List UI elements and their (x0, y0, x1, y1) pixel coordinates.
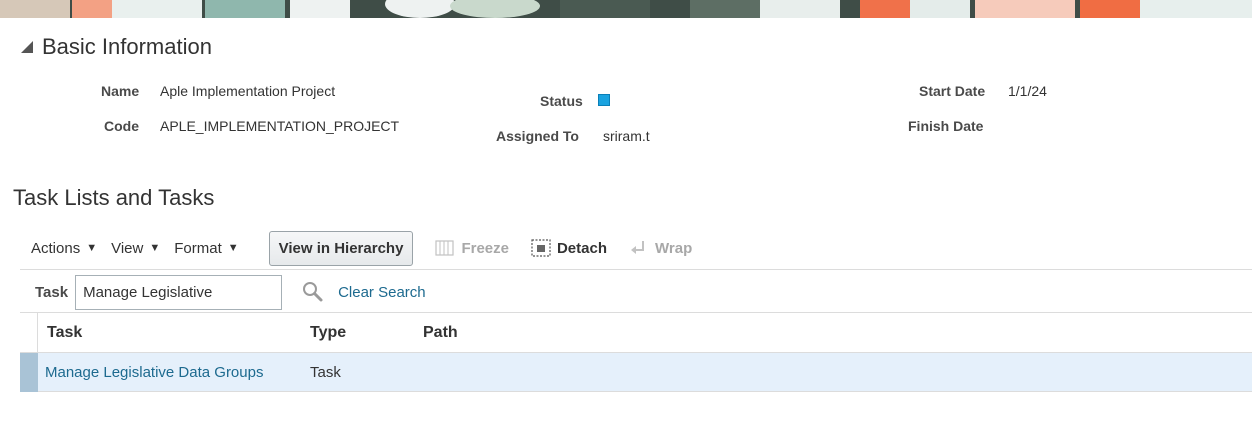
column-header-path[interactable]: Path (423, 324, 458, 342)
task-filter-row: Task Clear Search (20, 272, 426, 312)
basic-info-title: Basic Information (42, 34, 212, 59)
detach-label: Detach (556, 239, 607, 257)
caret-down-icon: ▼ (86, 242, 98, 254)
task-table: Task Type Path Manage Legislative Data G… (20, 312, 1252, 392)
search-icon[interactable] (302, 281, 324, 303)
task-search-input[interactable] (75, 274, 283, 310)
view-menu-label: View (111, 239, 144, 257)
caret-down-icon: ▼ (149, 242, 161, 254)
wrap-icon (631, 241, 644, 254)
column-header-type[interactable]: Type (310, 324, 346, 342)
name-value: Aple Implementation Project (160, 83, 336, 99)
caret-down-icon: ▼ (227, 242, 239, 254)
clear-search-link[interactable]: Clear Search (338, 284, 426, 301)
freeze-icon (435, 240, 455, 256)
assigned-to-value: sriram.t (603, 128, 650, 144)
header-banner (0, 0, 1252, 18)
start-date-label: Start Date (919, 83, 986, 99)
detach-icon (531, 239, 551, 257)
collapse-triangle-icon[interactable] (20, 40, 34, 54)
freeze-button[interactable]: Freeze (435, 239, 509, 257)
actions-menu[interactable]: Actions ▼ (31, 240, 97, 257)
task-type-cell: Task (310, 364, 341, 381)
table-toolbar: Actions ▼ View ▼ Format ▼ View in Hierar… (20, 230, 692, 266)
format-menu[interactable]: Format ▼ (174, 240, 238, 257)
freeze-label: Freeze (461, 239, 509, 257)
name-label: Name (101, 83, 140, 99)
actions-menu-label: Actions (31, 239, 81, 257)
basic-info-header[interactable]: Basic Information (20, 34, 212, 60)
row-selector[interactable] (20, 352, 38, 392)
code-value: APLE_IMPLEMENTATION_PROJECT (160, 118, 400, 134)
task-lists-title: Task Lists and Tasks (13, 185, 215, 210)
format-menu-label: Format (174, 239, 222, 257)
finish-date-label: Finish Date (908, 118, 984, 134)
status-indicator (598, 94, 610, 106)
table-row[interactable]: Manage Legislative Data Groups Task (20, 352, 1252, 392)
wrap-label: Wrap (655, 239, 693, 257)
assigned-to-label: Assigned To (496, 128, 579, 144)
start-date-value: 1/1/24 (1008, 83, 1047, 99)
code-label: Code (104, 118, 139, 134)
detach-button[interactable]: Detach (531, 239, 607, 257)
column-header-task[interactable]: Task (47, 324, 82, 342)
table-header-row: Task Type Path (20, 312, 1252, 353)
task-filter-label: Task (35, 283, 69, 301)
status-label: Status (540, 93, 583, 109)
wrap-button[interactable]: Wrap (629, 239, 692, 257)
view-in-hierarchy-button[interactable]: View in Hierarchy (268, 230, 414, 266)
task-name-link[interactable]: Manage Legislative Data Groups (45, 364, 263, 381)
view-menu[interactable]: View ▼ (111, 240, 160, 257)
row-selector-header (20, 312, 38, 353)
toolbar-divider (20, 269, 1252, 270)
